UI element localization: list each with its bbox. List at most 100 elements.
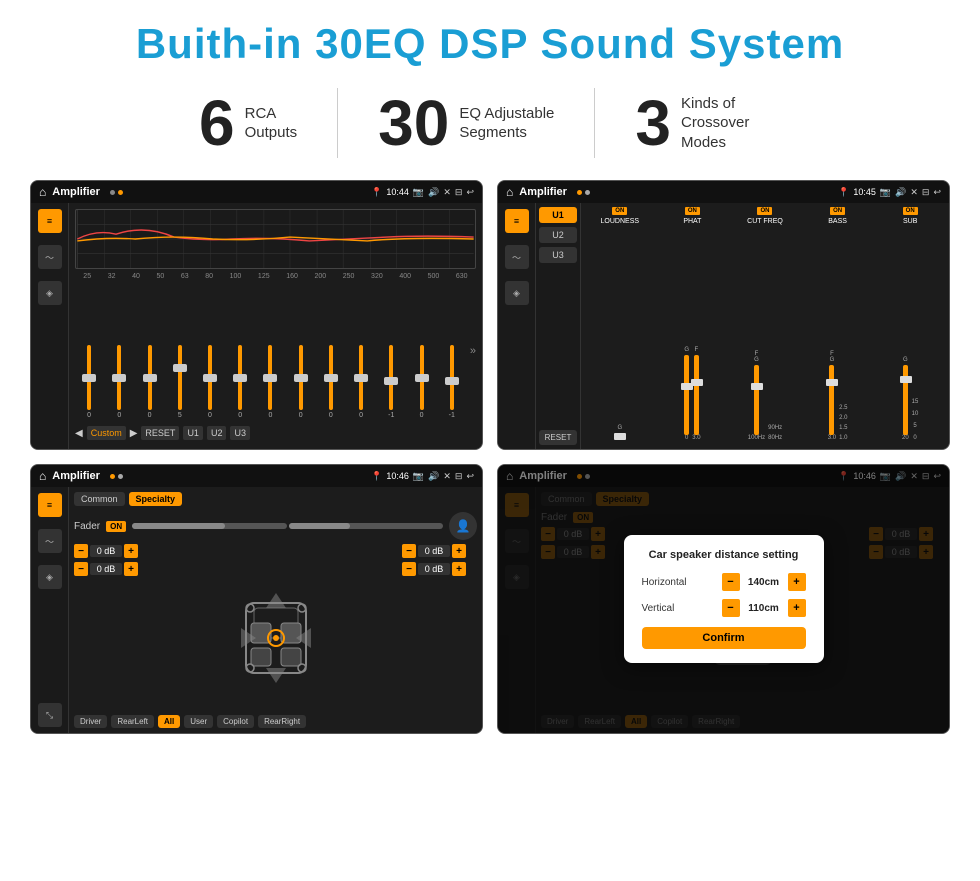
faders-area: 0 0 0 5: [75, 283, 476, 423]
screenshots-grid: ⌂ Amplifier 📍 10:44 📷 🔊 ✕ ⊟ ↩ ≡ 〜 ◈: [30, 180, 950, 734]
btn-u2[interactable]: U2: [207, 426, 227, 440]
loudness-label: LOUDNESS: [601, 218, 640, 225]
stat-rca-number: 6: [199, 91, 235, 155]
fader-eq-icon[interactable]: ≡: [38, 493, 62, 517]
vol-inc-4[interactable]: +: [452, 562, 466, 576]
bottom-controls-eq: ◀ Custom ▶ RESET U1 U2 U3: [75, 423, 476, 443]
vol-inc-2[interactable]: +: [124, 562, 138, 576]
vol-inc-3[interactable]: +: [452, 544, 466, 558]
tab-common[interactable]: Common: [74, 492, 125, 506]
stat-rca-label: RCAOutputs: [245, 104, 298, 143]
adj-loudness: ON LOUDNESS G 0: [585, 207, 655, 445]
app-title-1: Amplifier: [52, 186, 100, 198]
channel-selector: U1 U2 U3 RESET: [536, 203, 581, 449]
screenshot-fader: ⌂ Amplifier 📍 10:46 📷 🔊 ✕ ⊟ ↩ ≡ 〜 ◈: [30, 464, 483, 734]
btn-user-fader[interactable]: User: [184, 715, 213, 728]
horizontal-value: 140cm: [744, 577, 784, 588]
home-icon-2: ⌂: [506, 185, 513, 199]
vol-inc-1[interactable]: +: [124, 544, 138, 558]
dialog-vertical-label: Vertical: [642, 603, 675, 614]
preset-custom[interactable]: Custom: [87, 426, 126, 440]
page-container: Buith-in 30EQ DSP Sound System 6 RCAOutp…: [0, 0, 980, 754]
freq-labels: 25 32 40 50 63 80 100 125 160 200 250 32…: [75, 273, 476, 280]
vol-display-3: 0 dB: [418, 545, 450, 557]
btn-all[interactable]: All: [158, 715, 180, 728]
stat-crossover: 3 Kinds ofCrossover Modes: [595, 91, 821, 155]
fader-screen: ≡ 〜 ◈ ⤡ Common Specialty Fader ON: [31, 487, 482, 733]
stat-eq: 30 EQ AdjustableSegments: [338, 91, 594, 155]
fader-profile-icon[interactable]: 👤: [449, 512, 477, 540]
btn-reset[interactable]: RESET: [141, 426, 179, 440]
btn-rearright[interactable]: RearRight: [258, 715, 306, 728]
stat-rca: 6 RCAOutputs: [159, 91, 337, 155]
u3-btn[interactable]: U3: [539, 247, 577, 263]
fader-spk-icon[interactable]: ◈: [38, 565, 62, 589]
eq-main-content: 25 32 40 50 63 80 100 125 160 200 250 32…: [69, 203, 482, 449]
adj-bass: ON BASS F G 3.0: [803, 207, 873, 445]
cross-left-panel: ≡ 〜 ◈: [498, 203, 536, 449]
time-3: 10:46: [386, 471, 409, 481]
fader-expand-icon[interactable]: ⤡: [38, 703, 62, 727]
u2-btn[interactable]: U2: [539, 227, 577, 243]
stat-eq-number: 30: [378, 91, 449, 155]
status-bar-1: ⌂ Amplifier 📍 10:44 📷 🔊 ✕ ⊟ ↩: [31, 181, 482, 203]
home-icon-1: ⌂: [39, 185, 46, 199]
vol-row-2: − 0 dB +: [74, 562, 149, 576]
horizontal-dec-btn[interactable]: −: [722, 573, 740, 591]
fader-tabs: Common Specialty: [74, 492, 477, 506]
cross-eq-icon[interactable]: ≡: [505, 209, 529, 233]
speaker-icon[interactable]: ◈: [38, 281, 62, 305]
eq-icon[interactable]: ≡: [38, 209, 62, 233]
fader-6: 0: [226, 345, 254, 419]
app-title-3: Amplifier: [52, 470, 100, 482]
eq-left-panel: ≡ 〜 ◈: [31, 203, 69, 449]
car-diagram: [157, 544, 394, 711]
btn-rearleft[interactable]: RearLeft: [111, 715, 154, 728]
vol-dec-2[interactable]: −: [74, 562, 88, 576]
fader-on-toggle[interactable]: ON: [106, 521, 126, 532]
bass-on[interactable]: ON: [830, 207, 845, 215]
fader-7: 0: [256, 345, 284, 419]
u1-btn[interactable]: U1: [539, 207, 577, 223]
vol-row-4: − 0 dB +: [402, 562, 477, 576]
sub-on[interactable]: ON: [903, 207, 918, 215]
vertical-dec-btn[interactable]: −: [722, 599, 740, 617]
cutfreq-on[interactable]: ON: [757, 207, 772, 215]
vol-row-3: − 0 dB +: [402, 544, 477, 558]
fader-1: 0: [75, 345, 103, 419]
tab-specialty[interactable]: Specialty: [129, 492, 183, 506]
btn-driver[interactable]: Driver: [74, 715, 107, 728]
home-icon-3: ⌂: [39, 469, 46, 483]
wave-icon[interactable]: 〜: [38, 245, 62, 269]
vertical-inc-btn[interactable]: +: [788, 599, 806, 617]
fader-12: 0: [407, 345, 435, 419]
page-title: Buith-in 30EQ DSP Sound System: [30, 20, 950, 68]
loudness-on[interactable]: ON: [612, 207, 627, 215]
vol-dec-3[interactable]: −: [402, 544, 416, 558]
vol-dec-1[interactable]: −: [74, 544, 88, 558]
btn-u1[interactable]: U1: [183, 426, 203, 440]
stat-crossover-number: 3: [635, 91, 671, 155]
vol-dec-4[interactable]: −: [402, 562, 416, 576]
dialog-horizontal-label: Horizontal: [642, 577, 687, 588]
fader-arrows: »: [470, 345, 476, 357]
vol-display-4: 0 dB: [418, 563, 450, 575]
dialog-row-vertical: Vertical − 110cm +: [642, 599, 806, 617]
crossover-screen: ≡ 〜 ◈ U1 U2 U3 RESET ON: [498, 203, 949, 449]
horizontal-inc-btn[interactable]: +: [788, 573, 806, 591]
status-bar-3: ⌂ Amplifier 📍 10:46 📷 🔊 ✕ ⊟ ↩: [31, 465, 482, 487]
fader-left-panel: ≡ 〜 ◈ ⤡: [31, 487, 69, 733]
time-2: 10:45: [853, 187, 876, 197]
confirm-button[interactable]: Confirm: [642, 627, 806, 649]
reset-btn-cross[interactable]: RESET: [539, 430, 577, 445]
fader-wave-icon[interactable]: 〜: [38, 529, 62, 553]
stats-row: 6 RCAOutputs 30 EQ AdjustableSegments 3 …: [30, 88, 950, 158]
cross-wave-icon[interactable]: 〜: [505, 245, 529, 269]
phat-on[interactable]: ON: [685, 207, 700, 215]
speaker-area: − 0 dB + − 0 dB +: [74, 544, 477, 711]
stat-eq-label: EQ AdjustableSegments: [459, 104, 554, 143]
btn-copilot[interactable]: Copilot: [217, 715, 254, 728]
cross-spk-icon[interactable]: ◈: [505, 281, 529, 305]
btn-u3[interactable]: U3: [230, 426, 250, 440]
fader-3: 0: [135, 345, 163, 419]
